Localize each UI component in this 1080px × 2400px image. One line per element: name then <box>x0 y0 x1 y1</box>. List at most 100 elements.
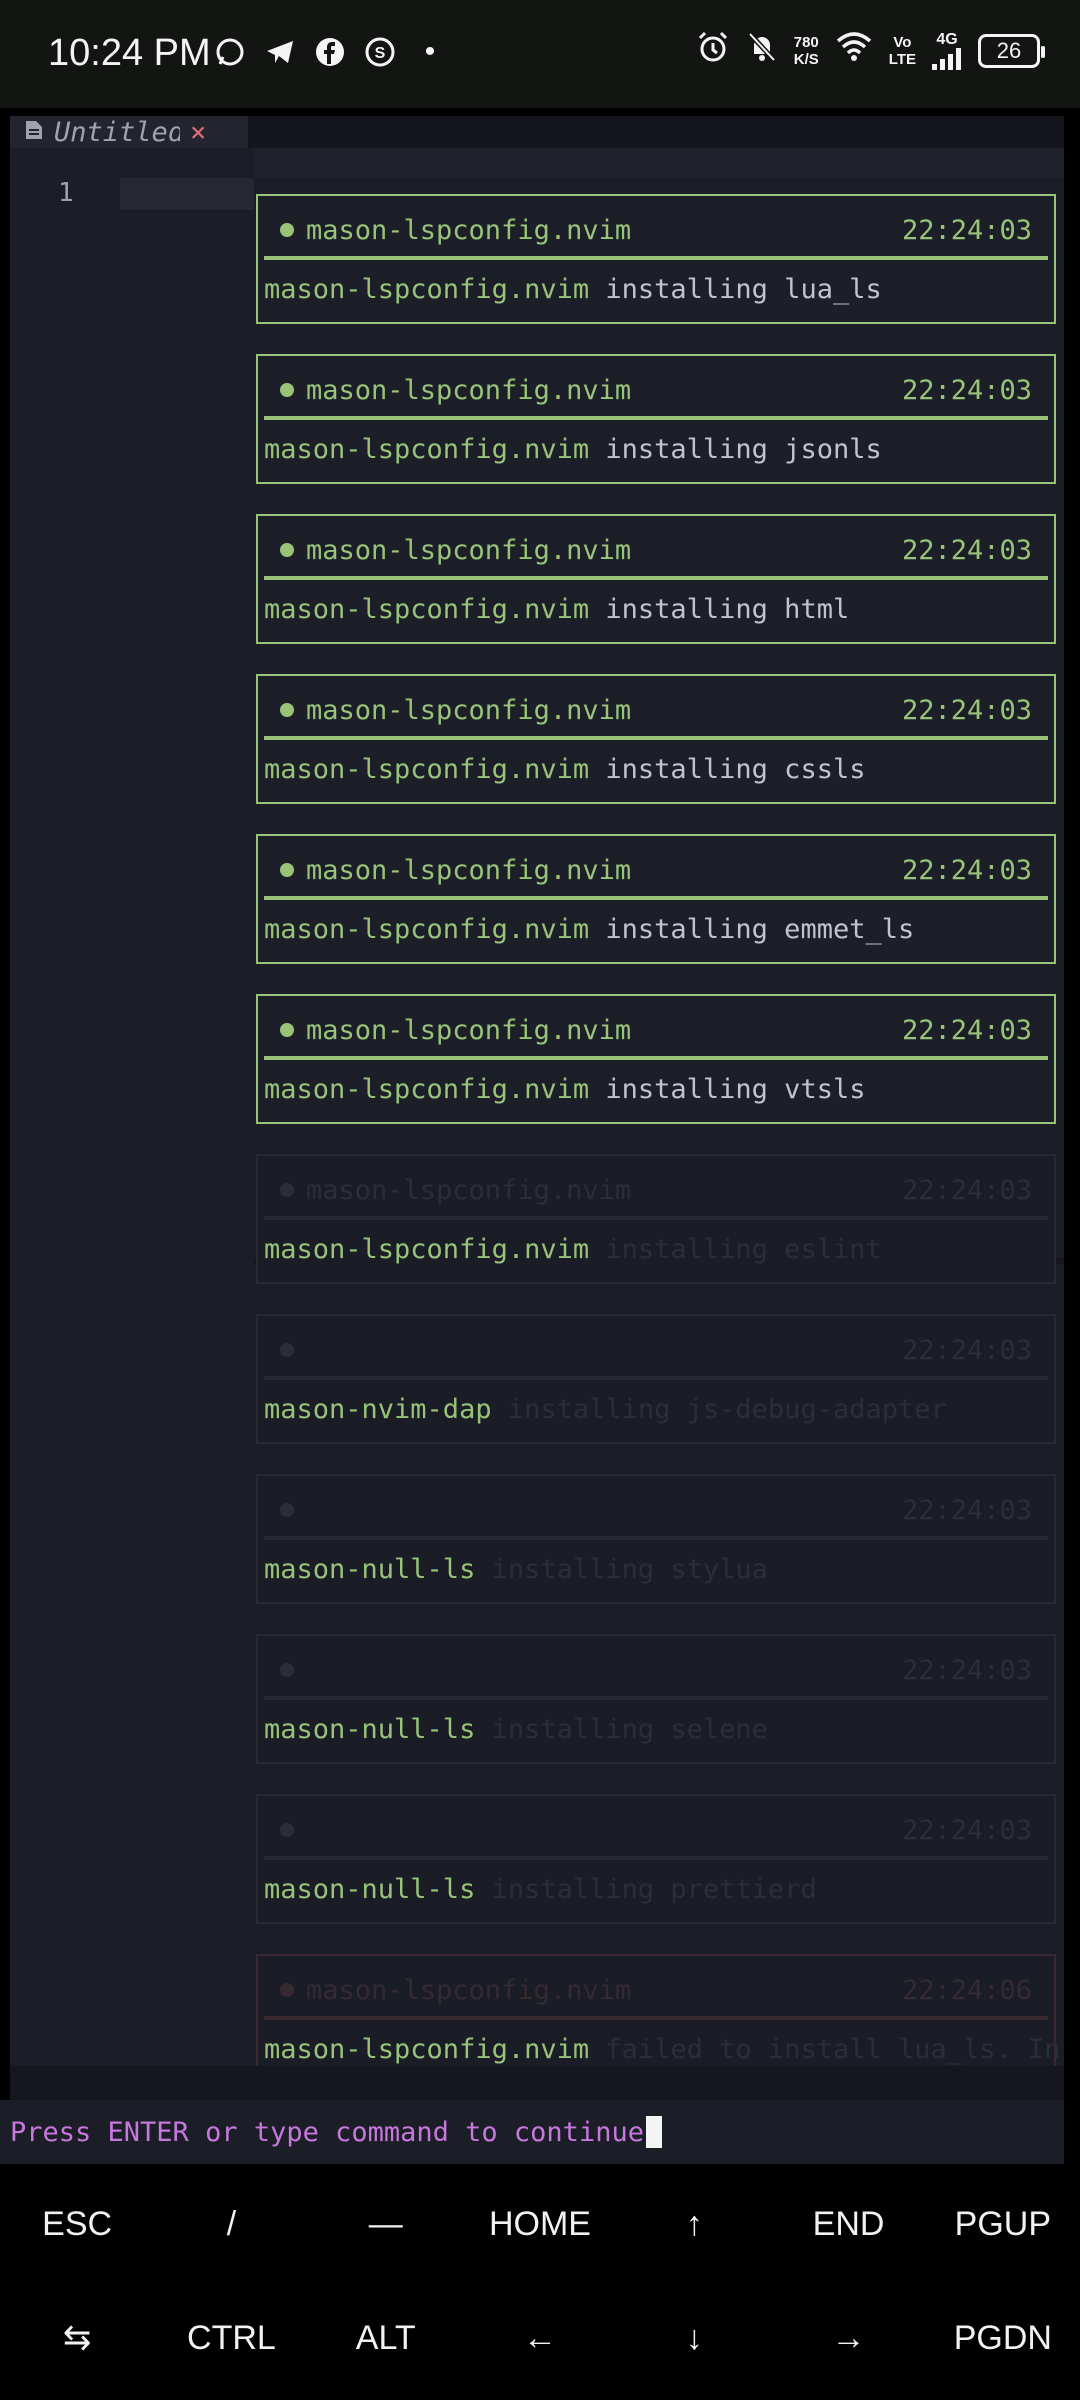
notification-message: installing html <box>605 594 850 625</box>
notification-card: mason-lspconfig.nvim 22:24:06 mason-lspcon… <box>256 1954 1061 2084</box>
line-number-gutter: 1 <box>10 148 120 2066</box>
notification-time: 22:24:03 <box>901 1494 1032 1526</box>
notification-time: 22:24:03 <box>901 1334 1032 1366</box>
notification-header: 22:24:03 <box>280 1488 1032 1532</box>
notification-source: mason-lspconfig.nvim <box>264 434 590 465</box>
notification-card: mason-lspconfig.nvim 22:24:03 mason-lspcon… <box>256 354 1056 484</box>
notification-time: 22:24:03 <box>901 1014 1032 1046</box>
facebook-icon <box>312 34 348 70</box>
notification-source: mason-lspconfig.nvim <box>264 2034 590 2065</box>
notification-message: installing emmet_ls <box>605 914 915 945</box>
notification-message: installing vtsls <box>605 1074 866 1105</box>
extra-keys-bar: ESC / — HOME ↑ END PGUP ⇆ CTRL ALT ← ↓ →… <box>0 2164 1080 2400</box>
notification-header: mason-lspconfig.nvim 22:24:03 <box>280 1168 1032 1212</box>
volte-bottom: LTE <box>888 50 916 68</box>
notification-body: mason-lspconfig.nvim installing emmet_ls <box>264 914 914 945</box>
notification-source: mason-nvim-dap <box>264 1394 492 1425</box>
file-icon <box>24 117 44 148</box>
volte-indicator: Vo LTE <box>889 34 916 68</box>
key-alt[interactable]: ALT <box>309 2282 463 2394</box>
notification-message: failed to install lua_ls. In <box>605 2034 1061 2065</box>
key-pgup[interactable]: PGUP <box>926 2168 1080 2280</box>
notification-source: mason-lspconfig.nvim <box>264 914 590 945</box>
close-tab-icon[interactable]: × <box>190 117 206 148</box>
info-icon <box>280 1503 294 1517</box>
notification-divider <box>264 416 1048 420</box>
notification-body: mason-null-ls installing selene <box>264 1714 768 1745</box>
notification-body: mason-lspconfig.nvim failed to install l… <box>264 2034 1061 2065</box>
buffer-tab[interactable]: Untitled × <box>10 116 248 148</box>
info-icon <box>280 703 294 717</box>
notification-header: mason-lspconfig.nvim 22:24:03 <box>280 208 1032 252</box>
key-left-arrow[interactable]: ← <box>463 2282 617 2394</box>
notification-time: 22:24:03 <box>901 854 1032 886</box>
speed-value: 780 <box>793 33 819 51</box>
key-right-arrow[interactable]: → <box>771 2282 925 2394</box>
key-slash[interactable]: / <box>154 2168 308 2280</box>
command-line[interactable]: Press ENTER or type command to continue <box>0 2100 1064 2164</box>
notification-header: mason-lspconfig.nvim 22:24:03 <box>280 688 1032 732</box>
extra-keys-row-1: ESC / — HOME ↑ END PGUP <box>0 2168 1080 2280</box>
notification-time: 22:24:03 <box>901 694 1032 726</box>
info-icon <box>280 1983 294 1997</box>
notification-message: installing jsonls <box>605 434 882 465</box>
cmdline-prompt: Press ENTER or type command to continue <box>10 2116 644 2148</box>
info-icon <box>280 1823 294 1837</box>
notification-message: installing lua_ls <box>605 274 882 305</box>
notification-message: installing stylua <box>491 1554 768 1585</box>
notification-source: mason-lspconfig.nvim <box>264 754 590 785</box>
notification-divider <box>264 1856 1048 1860</box>
notification-header: mason-lspconfig.nvim 22:24:06 <box>280 1968 1032 2012</box>
extra-keys-row-2: ⇆ CTRL ALT ← ↓ → PGDN <box>0 2282 1080 2394</box>
notification-time: 22:24:03 <box>901 1654 1032 1686</box>
cellular-signal: 4G <box>932 31 962 70</box>
key-end[interactable]: END <box>771 2168 925 2280</box>
key-tab[interactable]: ⇆ <box>0 2282 154 2394</box>
notification-body: mason-lspconfig.nvim installing html <box>264 594 849 625</box>
notification-title: mason-lspconfig.nvim <box>306 214 632 246</box>
notification-message: installing cssls <box>605 754 866 785</box>
notification-body: mason-nvim-dap installing js-debug-adapt… <box>264 1394 947 1425</box>
clock: 10:24 PM <box>48 32 211 74</box>
notification-body: mason-null-ls installing prettierd <box>264 1874 817 1905</box>
key-down-arrow[interactable]: ↓ <box>617 2282 771 2394</box>
key-ctrl[interactable]: CTRL <box>154 2282 308 2394</box>
network-speed: 780 K/S <box>794 34 819 68</box>
app-s-icon: S <box>362 34 398 70</box>
notification-body: mason-lspconfig.nvim installing lua_ls <box>264 274 882 305</box>
key-pgdn[interactable]: PGDN <box>926 2282 1080 2394</box>
notification-title: mason-lspconfig.nvim <box>306 534 632 566</box>
notification-message: installing selene <box>491 1714 768 1745</box>
info-icon <box>280 1183 294 1197</box>
notification-source: mason-lspconfig.nvim <box>264 594 590 625</box>
notification-divider <box>264 2016 1048 2020</box>
info-icon <box>280 1343 294 1357</box>
notification-area-header <box>254 148 1064 178</box>
text-area[interactable] <box>120 148 254 2066</box>
whatsapp-icon <box>212 34 248 70</box>
key-dash[interactable]: — <box>309 2168 463 2280</box>
notification-message: installing prettierd <box>491 1874 817 1905</box>
battery-icon: 26 <box>978 33 1045 68</box>
volte-top: Vo <box>893 33 912 51</box>
system-indicators: 780 K/S Vo LTE 4G 26 <box>696 30 1045 71</box>
info-icon <box>280 1663 294 1677</box>
notification-time: 22:24:03 <box>901 534 1032 566</box>
notification-source: mason-lspconfig.nvim <box>264 1074 590 1105</box>
notification-time: 22:24:03 <box>901 1814 1032 1846</box>
svg-text:S: S <box>375 45 386 62</box>
notification-header: mason-lspconfig.nvim 22:24:03 <box>280 1008 1032 1052</box>
key-home[interactable]: HOME <box>463 2168 617 2280</box>
notification-card: mason-lspconfig.nvim 22:24:03 mason-lspcon… <box>256 994 1056 1124</box>
notification-divider <box>264 1536 1048 1540</box>
speed-unit: K/S <box>793 50 819 68</box>
key-up-arrow[interactable]: ↑ <box>617 2168 771 2280</box>
notification-divider <box>264 256 1048 260</box>
key-esc[interactable]: ESC <box>0 2168 154 2280</box>
notification-divider <box>264 736 1048 740</box>
notification-body: mason-lspconfig.nvim installing eslint <box>264 1234 882 1265</box>
notification-body: mason-null-ls installing stylua <box>264 1554 768 1585</box>
notification-source: mason-null-ls <box>264 1554 476 1585</box>
notification-header: mason-lspconfig.nvim 22:24:03 <box>280 368 1032 412</box>
notification-card: 22:24:03 mason-null-ls installing prettie… <box>256 1794 1056 1924</box>
